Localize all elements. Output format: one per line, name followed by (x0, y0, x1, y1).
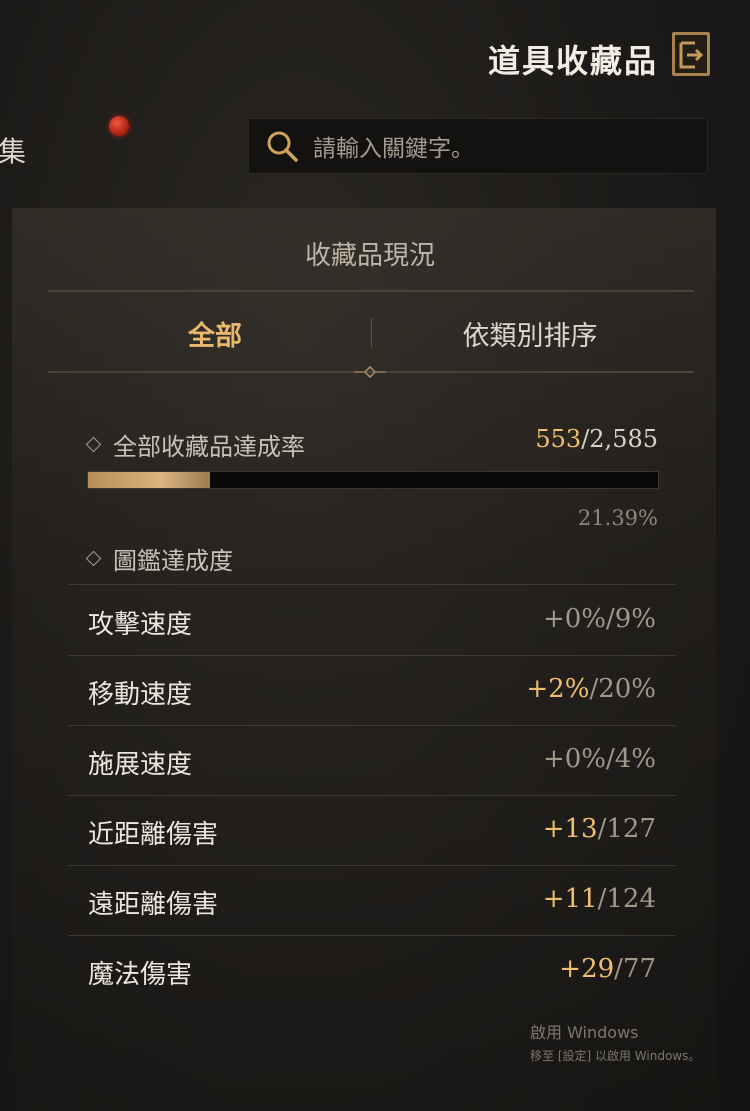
stat-row-melee-damage: 近距離傷害 +13/127 (68, 796, 676, 866)
collected-count: 553 (535, 425, 582, 453)
exit-button[interactable] (672, 32, 710, 76)
exit-icon (679, 41, 704, 69)
watermark-line-2: 移至 [設定] 以啟用 Windows。 (530, 1049, 701, 1063)
stat-value: +0%/4% (543, 744, 656, 774)
tab-separator (371, 318, 372, 348)
divider (48, 290, 694, 292)
search-input[interactable]: 請輸入關鍵字。 (248, 118, 708, 174)
collection-progress-bar (87, 471, 659, 489)
tab-all[interactable]: 全部 (150, 314, 280, 353)
stat-name: 攻擊速度 (88, 610, 193, 640)
stat-row-ranged-damage: 遠距離傷害 +11/124 (68, 866, 676, 936)
search-icon (267, 131, 298, 162)
collection-count: 553/2,585 (535, 425, 658, 453)
page-title: 道具收藏品 (487, 42, 658, 80)
collection-rate-text: 全部收藏品達成率 (113, 433, 305, 461)
stat-bonus: +29 (559, 954, 615, 984)
stat-value: +11/124 (543, 884, 656, 914)
stat-max: /124 (597, 884, 656, 914)
diamond-icon (85, 550, 102, 567)
codex-label: 圖鑑達成度 (85, 541, 233, 576)
stat-bonus: +0% (542, 604, 606, 634)
tab-sort-by-category[interactable]: 依類別排序 (420, 314, 640, 353)
stat-row-move-speed: 移動速度 +2%/20% (68, 656, 676, 726)
progress-fill (88, 472, 210, 488)
codex-text: 圖鑑達成度 (113, 547, 233, 575)
stat-value: +0%/9% (543, 604, 656, 634)
stat-name: 近距離傷害 (88, 820, 219, 850)
stat-bonus: +13 (542, 814, 598, 844)
panel-title: 收藏品現況 (304, 241, 435, 271)
stat-row-magic-damage: 魔法傷害 +29/77 (68, 936, 676, 1006)
stat-name: 移動速度 (88, 680, 193, 710)
stat-bonus: +2% (526, 674, 590, 704)
stat-max: /4% (605, 744, 656, 774)
stat-row-attack-speed: 攻擊速度 +0%/9% (68, 586, 676, 656)
notification-dot (109, 116, 129, 136)
stat-name: 魔法傷害 (88, 960, 193, 990)
collection-rate-label: 全部收藏品達成率 (85, 427, 305, 462)
stat-name: 遠距離傷害 (88, 890, 219, 920)
total-count: /2,585 (581, 425, 658, 453)
stat-bonus: +11 (542, 884, 598, 914)
collection-percent: 21.39% (577, 506, 658, 530)
tab-collection-partial[interactable]: 集 (0, 130, 26, 170)
stat-name: 施展速度 (88, 750, 193, 780)
stat-bonus: +0% (542, 744, 606, 774)
stat-max: /20% (589, 674, 656, 704)
search-placeholder: 請輸入關鍵字。 (313, 136, 474, 162)
watermark-line-1: 啟用 Windows (530, 1023, 639, 1042)
stat-value: +2%/20% (526, 674, 656, 704)
stat-max: /127 (597, 814, 656, 844)
ornament-icon (354, 366, 386, 378)
stat-row-cast-speed: 施展速度 +0%/4% (68, 726, 676, 796)
stat-max: /9% (605, 604, 656, 634)
divider (68, 584, 676, 585)
stat-value: +29/77 (559, 954, 656, 984)
windows-activation-watermark: 啟用 Windows 移至 [設定] 以啟用 Windows。 (530, 1019, 700, 1064)
stat-value: +13/127 (543, 814, 656, 844)
stat-max: /77 (614, 954, 656, 984)
diamond-icon (85, 436, 102, 453)
